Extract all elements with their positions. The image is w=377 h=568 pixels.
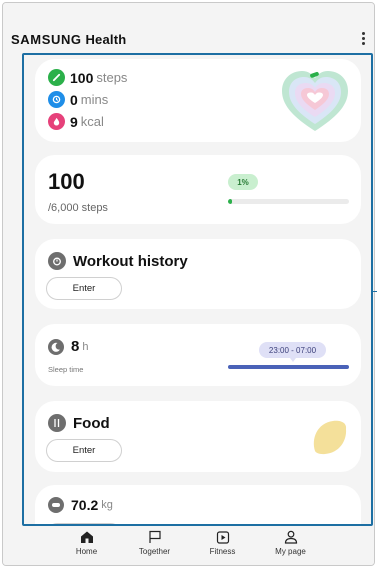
flame-icon	[48, 113, 65, 130]
sleep-unit: h	[82, 340, 89, 353]
sleep-row: 8 h	[48, 338, 88, 355]
mins-unit: mins	[80, 92, 109, 107]
weight-row: 70.2 kg	[48, 497, 113, 513]
mins-value: 0	[70, 91, 78, 108]
weight-card[interactable]: 70.2 kg	[35, 485, 361, 524]
workout-enter-button[interactable]: Enter	[46, 277, 122, 300]
activity-card[interactable]: 100 steps 0 mins 9 kcal	[35, 59, 361, 142]
stopwatch-icon	[48, 252, 66, 270]
nav-together-label: Together	[138, 547, 171, 556]
steps-row: 100 steps	[48, 69, 127, 86]
lemon-icon	[313, 420, 347, 455]
weight-enter-button[interactable]	[46, 523, 122, 524]
nav-together[interactable]: Together	[121, 527, 189, 565]
utensils-icon	[48, 414, 66, 432]
food-enter-button[interactable]: Enter	[46, 439, 122, 462]
person-icon	[284, 530, 297, 544]
more-options-icon[interactable]	[356, 27, 370, 49]
nav-fitness[interactable]: Fitness	[189, 527, 257, 565]
app-logo: SAMSUNG Health	[11, 32, 126, 47]
sleep-range-badge: 23:00 - 07:00	[259, 342, 326, 362]
steps-card[interactable]: 100 /6,000 steps 1%	[35, 155, 361, 224]
weight-value: 70.2	[71, 497, 99, 513]
steps-value: 100	[70, 69, 94, 86]
sleep-value: 8	[71, 338, 80, 355]
food-title: Food	[73, 414, 110, 432]
callout-line	[373, 291, 377, 292]
home-icon	[80, 531, 93, 543]
steps-progress-fill	[228, 199, 232, 204]
food-title-row: Food	[48, 414, 110, 432]
kcal-unit: kcal	[80, 114, 104, 129]
mins-row: 0 mins	[48, 91, 108, 108]
steps-progress-track	[228, 199, 349, 204]
nav-home-label: Home	[75, 547, 98, 556]
steps-count: 100	[48, 169, 85, 194]
sleep-card[interactable]: 8 h Sleep time 23:00 - 07:00	[35, 324, 361, 386]
play-box-icon	[216, 531, 229, 544]
sleep-label: Sleep time	[48, 365, 84, 374]
nav-mypage[interactable]: My page	[257, 527, 325, 565]
brand-health: Health	[85, 32, 127, 47]
walk-icon	[48, 69, 65, 86]
steps-unit: steps	[96, 70, 128, 85]
bottom-navigation: Home Together Fitness My page	[3, 527, 374, 565]
food-card[interactable]: Food Enter	[35, 401, 361, 472]
moon-icon	[48, 338, 64, 355]
highlight-frame: 100 steps 0 mins 9 kcal 100 /6,000 steps…	[22, 53, 373, 526]
kcal-row: 9 kcal	[48, 113, 104, 130]
clock-icon	[48, 91, 65, 108]
steps-goal: /6,000 steps	[48, 202, 108, 214]
nav-mypage-label: My page	[275, 547, 306, 556]
workout-title: Workout history	[73, 252, 188, 270]
weight-unit: kg	[101, 499, 113, 511]
nav-fitness-label: Fitness	[209, 547, 236, 556]
steps-percent-badge: 1%	[228, 174, 258, 190]
activity-heart-icon	[282, 71, 348, 131]
nav-home[interactable]: Home	[53, 527, 121, 565]
sleep-bar	[228, 365, 349, 369]
kcal-value: 9	[70, 113, 78, 130]
app-header: SAMSUNG Health	[3, 3, 374, 55]
workout-card[interactable]: Workout history Enter	[35, 239, 361, 309]
flag-icon	[148, 530, 161, 543]
scale-icon	[48, 497, 64, 513]
workout-title-row: Workout history	[48, 252, 188, 270]
brand-samsung: SAMSUNG	[11, 32, 82, 47]
